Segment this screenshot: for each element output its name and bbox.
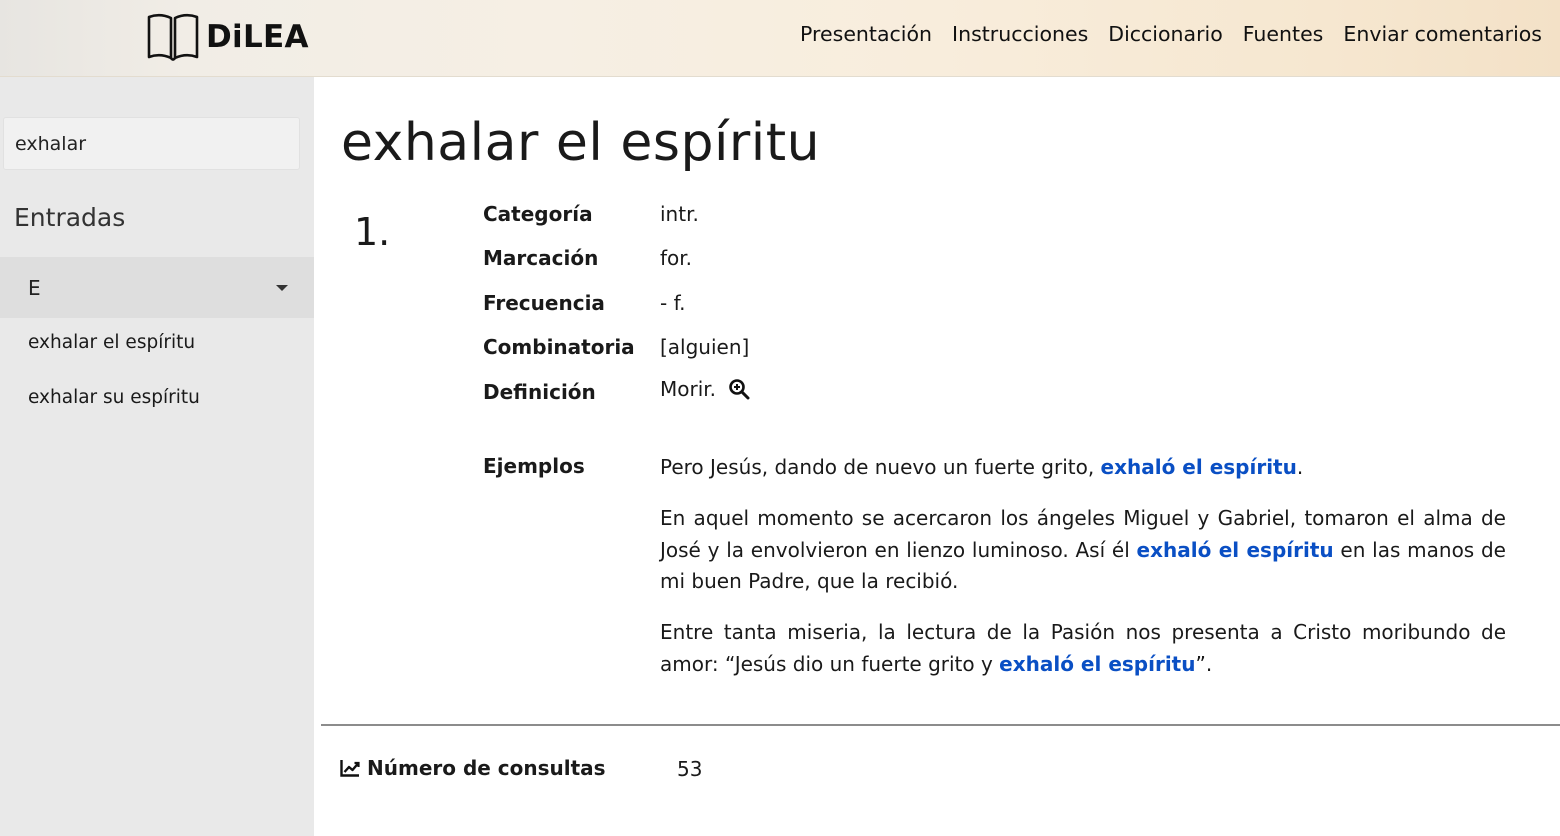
value-combinatoria: [alguien] [660, 335, 750, 359]
stats-value: 53 [677, 757, 703, 781]
caret-down-icon [276, 284, 288, 291]
site-header: DiLEA Presentación Instrucciones Diccion… [0, 0, 1560, 77]
sidebar: Entradas E exhalar el espíritu exhalar s… [0, 77, 314, 836]
divider [321, 724, 1560, 726]
example-2: En aquel momento se acercaron los ángele… [660, 503, 1506, 598]
main-nav: Presentación Instrucciones Diccionario F… [800, 22, 1542, 46]
value-frecuencia: - f. [660, 291, 686, 315]
example-highlight: exhaló el espíritu [999, 651, 1196, 676]
example-1: Pero Jesús, dando de nuevo un fuerte gri… [660, 452, 1506, 484]
value-categoria: intr. [660, 202, 699, 226]
example-text: ”. [1195, 651, 1213, 676]
sidebar-entry-exhalar-el-espiritu[interactable]: exhalar el espíritu [28, 332, 195, 353]
definition-row: Morir. [660, 377, 750, 401]
example-highlight: exhaló el espíritu [1136, 537, 1334, 562]
value-definicion: Morir. [660, 377, 717, 401]
stats-label-text: Número de consultas [367, 756, 606, 780]
stats-label: Número de consultas [340, 756, 606, 780]
label-frecuencia: Frecuencia [483, 291, 605, 315]
nav-enviar-comentarios[interactable]: Enviar comentarios [1343, 22, 1542, 46]
label-categoria: Categoría [483, 202, 593, 226]
entry-content: exhalar el espíritu 1. Categoría intr. M… [314, 77, 1560, 836]
value-marcacion: for. [660, 246, 693, 270]
label-combinatoria: Combinatoria [483, 335, 635, 359]
entry-title: exhalar el espíritu [341, 113, 821, 173]
label-ejemplos: Ejemplos [483, 454, 585, 478]
example-3: Entre tanta miseria, la lectura de la Pa… [660, 617, 1506, 680]
site-logo[interactable]: DiLEA [146, 12, 309, 62]
nav-fuentes[interactable]: Fuentes [1243, 22, 1324, 46]
example-text: . [1296, 455, 1304, 479]
nav-instrucciones[interactable]: Instrucciones [952, 22, 1088, 46]
nav-presentacion[interactable]: Presentación [800, 22, 932, 46]
line-chart-icon [340, 760, 360, 777]
label-marcacion: Marcación [483, 246, 599, 270]
example-highlight: exhaló el espíritu [1100, 455, 1297, 479]
example-text: Pero Jesús, dando de nuevo un fuerte gri… [660, 455, 1101, 479]
sidebar-entry-exhalar-su-espiritu[interactable]: exhalar su espíritu [28, 387, 200, 408]
search-input[interactable] [3, 117, 300, 170]
nav-diccionario[interactable]: Diccionario [1108, 22, 1222, 46]
sense-number: 1. [354, 210, 391, 254]
open-book-icon [147, 13, 199, 61]
logo-text: DiLEA [206, 19, 309, 55]
group-letter: E [28, 275, 41, 300]
label-definicion: Definición [483, 380, 596, 404]
sidebar-title: Entradas [14, 203, 126, 232]
letter-group-toggle[interactable]: E [0, 257, 314, 318]
zoom-in-icon[interactable] [728, 378, 750, 400]
